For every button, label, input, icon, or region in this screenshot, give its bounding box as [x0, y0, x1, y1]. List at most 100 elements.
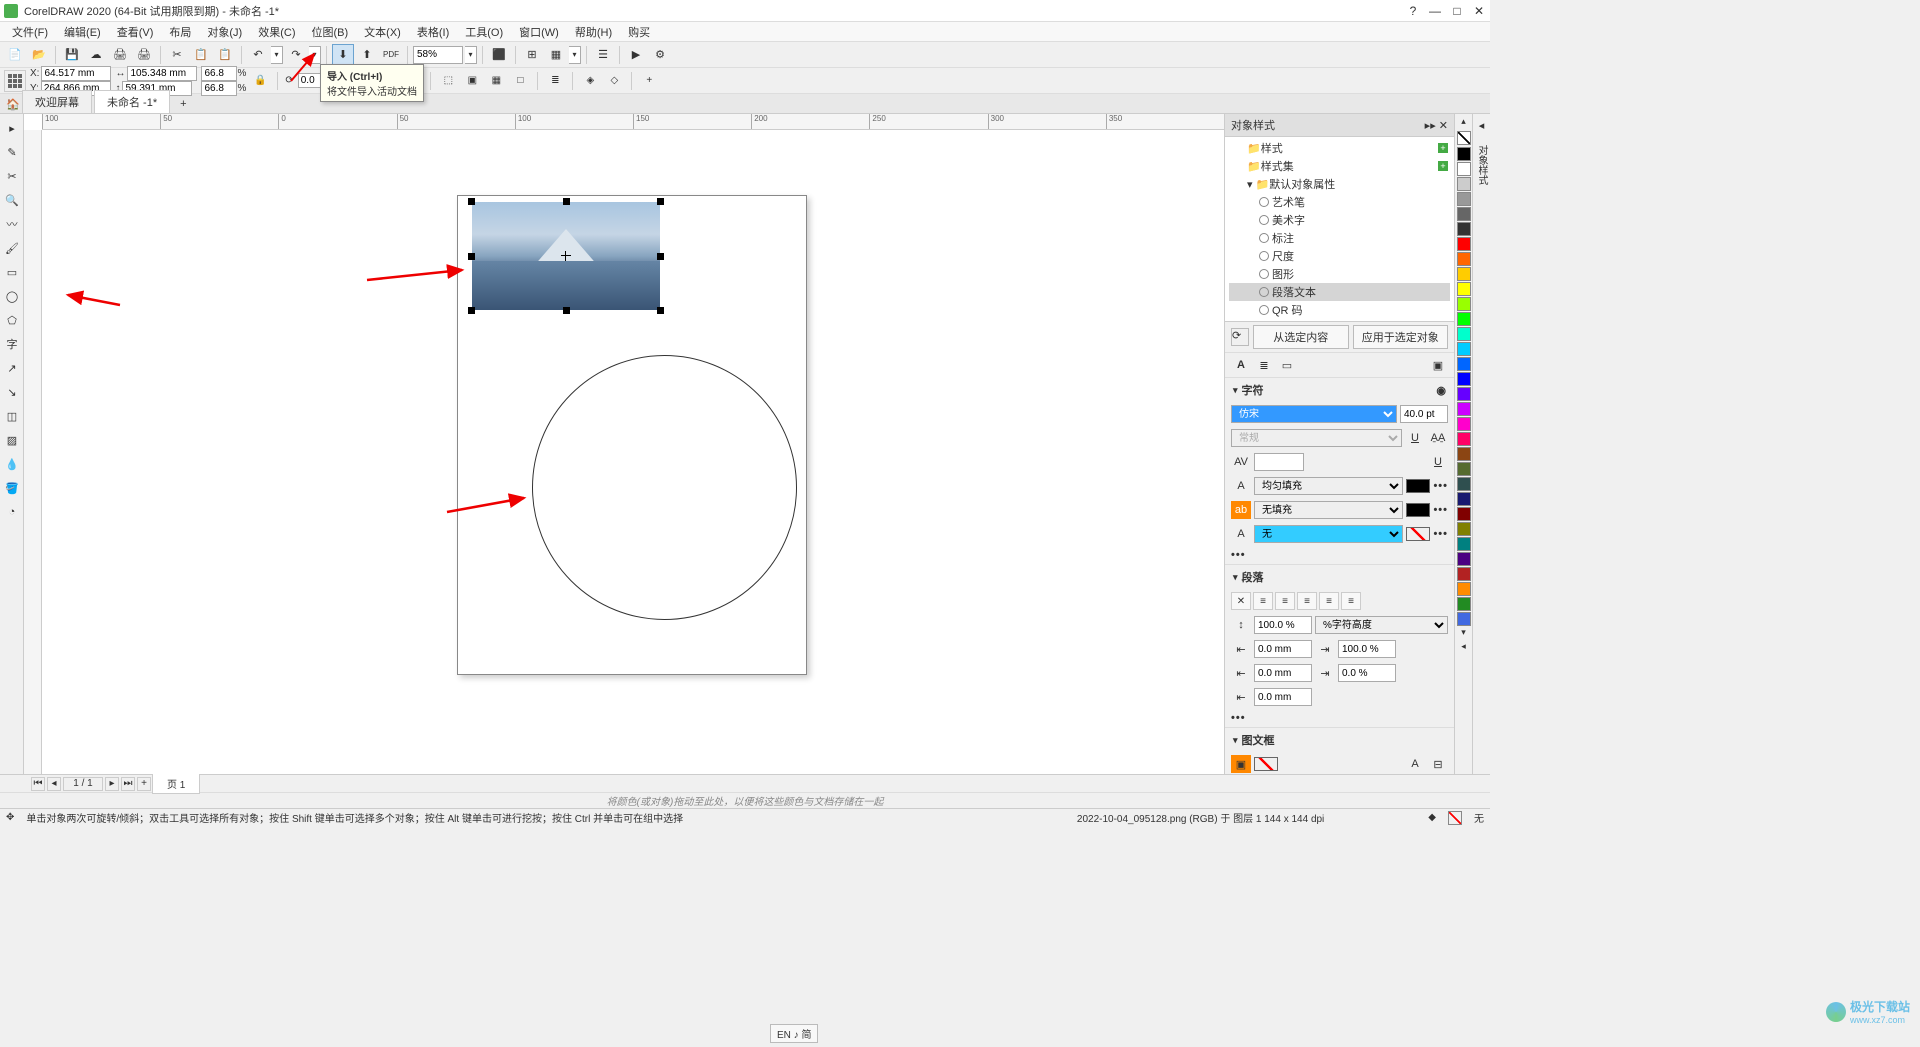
frame-swatch[interactable] — [1254, 757, 1278, 771]
polygon-tool[interactable]: ⬠ — [1, 309, 23, 331]
tree-graphic[interactable]: 图形 — [1229, 265, 1450, 283]
cut-button[interactable]: ✂ — [166, 44, 188, 66]
all-caps-button[interactable]: A̱A̱ — [1428, 429, 1448, 447]
color-swatch[interactable] — [1457, 492, 1471, 506]
redo-button[interactable]: ↷ — [285, 44, 307, 66]
text-tool[interactable]: 字 — [1, 333, 23, 355]
next-page-button[interactable]: ▸ — [105, 777, 119, 791]
color-swatch[interactable] — [1457, 372, 1471, 386]
menu-item[interactable]: 工具(O) — [457, 22, 511, 42]
undo-dropdown[interactable]: ▾ — [271, 46, 283, 64]
underline-icon[interactable]: U — [1428, 453, 1448, 471]
color-swatch[interactable] — [1457, 222, 1471, 236]
minimize-icon[interactable]: — — [1428, 4, 1442, 18]
menu-item[interactable]: 购买 — [620, 22, 658, 42]
print-button[interactable]: 🖨 — [109, 44, 131, 66]
handle-bottom-left[interactable] — [468, 307, 475, 314]
add-tab-button[interactable]: + — [172, 95, 194, 113]
docker-expand-icon[interactable]: ◂ — [1475, 118, 1489, 132]
handle-middle-right[interactable] — [657, 253, 664, 260]
color-swatch[interactable] — [1457, 552, 1471, 566]
canvas-area[interactable]: 10050050100150200250300350 — [24, 114, 1224, 774]
bg-color-swatch[interactable] — [1406, 503, 1430, 517]
color-swatch[interactable] — [1457, 312, 1471, 326]
add-page-button[interactable]: + — [137, 777, 151, 791]
paragraph-section[interactable]: ▾段落 — [1225, 564, 1454, 589]
palette-expand-icon[interactable]: ◂ — [1455, 641, 1472, 655]
bg-more-button[interactable]: ••• — [1433, 504, 1448, 516]
ellipse-object[interactable] — [532, 355, 797, 620]
line-height-input[interactable] — [1254, 616, 1312, 634]
handle-bottom-right[interactable] — [657, 307, 664, 314]
color-swatch[interactable] — [1457, 387, 1471, 401]
drop-shadow-tool[interactable]: ◫ — [1, 405, 23, 427]
help-icon[interactable]: ? — [1406, 4, 1420, 18]
selected-image[interactable] — [472, 202, 660, 310]
menu-item[interactable]: 效果(C) — [250, 22, 303, 42]
eyedropper-tool[interactable]: 💧 — [1, 453, 23, 475]
frame-tab-icon[interactable]: ▭ — [1277, 356, 1297, 374]
character-section[interactable]: ▾字符◉ — [1225, 377, 1454, 402]
kerning-input[interactable] — [1254, 453, 1304, 471]
zoom-dropdown[interactable]: ▾ — [465, 46, 477, 64]
shape-tool[interactable]: ✎ — [1, 141, 23, 163]
menu-item[interactable]: 位图(B) — [304, 22, 357, 42]
tree-dimension[interactable]: 尺度 — [1229, 247, 1450, 265]
color-swatch[interactable] — [1457, 237, 1471, 251]
document-tab[interactable]: 未命名 -1* — [94, 90, 170, 113]
color-swatch[interactable] — [1457, 177, 1471, 191]
redo-dropdown[interactable]: ▾ — [309, 46, 321, 64]
color-swatch[interactable] — [1457, 432, 1471, 446]
space-after-input[interactable] — [1338, 664, 1396, 682]
open-button[interactable]: 📂 — [28, 44, 50, 66]
color-swatch[interactable] — [1457, 612, 1471, 626]
prev-page-button[interactable]: ◂ — [47, 777, 61, 791]
page-tab[interactable]: 页 1 — [152, 773, 200, 794]
color-swatch[interactable] — [1457, 417, 1471, 431]
underline-button[interactable]: U — [1405, 429, 1425, 447]
crop-tool[interactable]: ✂ — [1, 165, 23, 187]
last-page-button[interactable]: ⏭ — [121, 777, 135, 791]
color-swatch[interactable] — [1457, 297, 1471, 311]
handle-top-middle[interactable] — [563, 198, 570, 205]
align-button[interactable]: ▣ — [462, 71, 482, 91]
convert-button[interactable]: ◇ — [604, 71, 624, 91]
crop-button[interactable]: ⬚ — [438, 71, 458, 91]
menu-item[interactable]: 窗口(W) — [511, 22, 567, 42]
color-swatch[interactable] — [1457, 567, 1471, 581]
align-center-button[interactable]: ≡ — [1275, 592, 1295, 610]
color-swatch[interactable] — [1457, 447, 1471, 461]
align-justify-button[interactable]: ≡ — [1319, 592, 1339, 610]
char-tab-icon[interactable]: A — [1231, 356, 1251, 374]
color-swatch[interactable] — [1457, 462, 1471, 476]
align-right-button[interactable]: ≡ — [1297, 592, 1317, 610]
color-swatch[interactable] — [1457, 327, 1471, 341]
frame-align-b-button[interactable]: ⊟ — [1428, 755, 1448, 773]
docker-tab-1[interactable]: 对象样式 — [1475, 140, 1489, 190]
welcome-tab[interactable]: 欢迎屏幕 — [22, 90, 92, 113]
from-selection-button[interactable]: 从选定内容 — [1253, 325, 1349, 349]
artistic-media-tool[interactable]: 🖌 — [1, 237, 23, 259]
font-select[interactable]: 仿宋 — [1231, 405, 1397, 423]
maximize-icon[interactable]: □ — [1450, 4, 1464, 18]
align-left-button[interactable]: ≡ — [1253, 592, 1273, 610]
scale-x-input[interactable] — [201, 66, 237, 81]
undo-button[interactable]: ↶ — [247, 44, 269, 66]
indent-right-input[interactable] — [1338, 640, 1396, 658]
pdf-button[interactable]: PDF — [380, 44, 402, 66]
outline-swatch[interactable] — [1406, 527, 1430, 541]
scale-y-input[interactable] — [201, 81, 237, 96]
tree-artistic-text[interactable]: 美术字 — [1229, 211, 1450, 229]
frame-align-a-button[interactable]: A — [1405, 755, 1425, 773]
menu-item[interactable]: 文本(X) — [356, 22, 409, 42]
object-styles-title[interactable]: 对象样式▸▸ ✕ — [1225, 114, 1454, 137]
handle-top-left[interactable] — [468, 198, 475, 205]
new-doc-button[interactable]: 📄 — [4, 44, 26, 66]
menu-item[interactable]: 查看(V) — [109, 22, 162, 42]
new-style-button[interactable]: ⟳ — [1231, 328, 1249, 346]
indent-left-input[interactable] — [1254, 640, 1312, 658]
menu-item[interactable]: 布局 — [161, 22, 199, 42]
print-merge-button[interactable]: 🖨 — [133, 44, 155, 66]
tree-paragraph-text[interactable]: 段落文本 — [1229, 283, 1450, 301]
palette-down-icon[interactable]: ▾ — [1455, 627, 1472, 641]
